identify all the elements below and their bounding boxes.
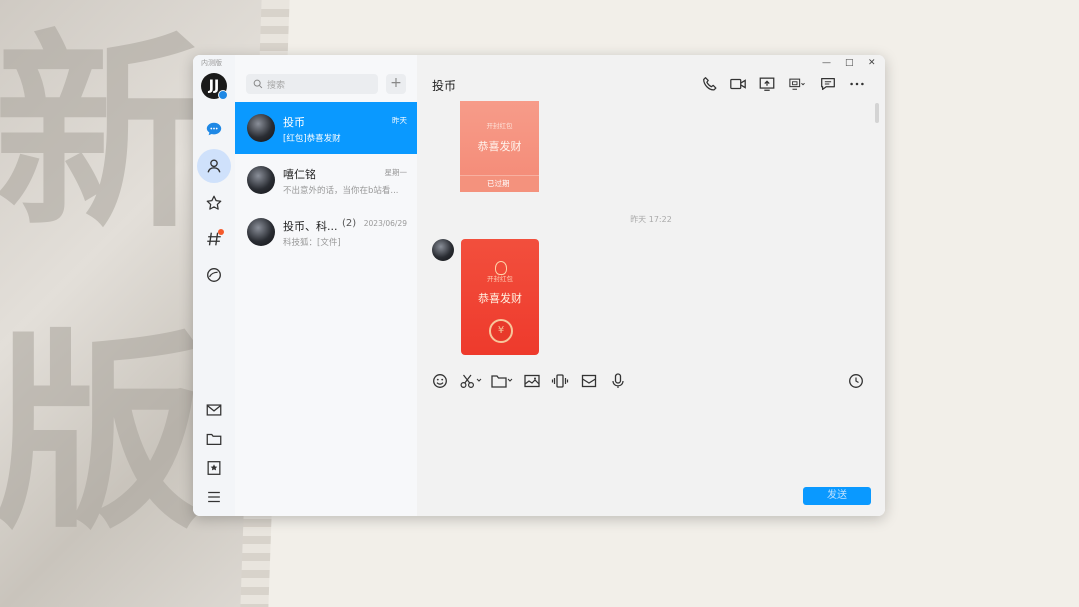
search-placeholder: 搜索 bbox=[267, 81, 286, 91]
shake-icon[interactable] bbox=[551, 373, 569, 389]
red-packet-greeting: 恭喜发财 bbox=[478, 292, 522, 305]
image-icon[interactable] bbox=[523, 373, 541, 389]
remote-desktop-icon[interactable] bbox=[788, 75, 806, 93]
conversation-time: 昨天 bbox=[392, 116, 407, 125]
conversation-time: 2023/06/29 bbox=[363, 219, 407, 228]
red-packet-brand: 开封红包 bbox=[486, 122, 513, 130]
conversation-name: 投币、科... bbox=[283, 220, 338, 233]
red-packet-brand: 开封红包 bbox=[487, 275, 513, 283]
chat-bubble-icon[interactable] bbox=[202, 117, 226, 141]
message-input[interactable] bbox=[417, 396, 885, 486]
background-glyph-bottom: 版 bbox=[0, 312, 205, 557]
scrollbar[interactable] bbox=[875, 103, 879, 123]
message-timestamp: 昨天 17:22 bbox=[630, 215, 672, 224]
gift-icon[interactable] bbox=[580, 373, 598, 389]
search-icon bbox=[253, 79, 263, 89]
close-button[interactable]: ✕ bbox=[868, 58, 876, 68]
add-button[interactable]: + bbox=[386, 74, 406, 94]
online-status-dot bbox=[218, 90, 228, 100]
conversation-avatar bbox=[247, 218, 275, 246]
sender-avatar[interactable] bbox=[432, 239, 454, 261]
maximize-button[interactable]: □ bbox=[845, 58, 854, 68]
bookmark-icon[interactable] bbox=[202, 456, 226, 480]
search-input[interactable]: 搜索 bbox=[246, 74, 378, 94]
folder-icon[interactable] bbox=[202, 427, 226, 451]
more-icon[interactable] bbox=[848, 75, 866, 93]
emoji-icon[interactable] bbox=[431, 373, 449, 389]
star-icon[interactable] bbox=[202, 191, 226, 215]
background-glyph-top: 新 bbox=[0, 12, 205, 257]
chat-panel: — □ ✕ 投币 开封红包 恭喜发财 已过期 昨天 17:22 开封红包 恭喜发… bbox=[417, 55, 885, 516]
scissors-icon[interactable] bbox=[459, 373, 483, 389]
message-icon[interactable] bbox=[819, 75, 837, 93]
conversation-item[interactable]: 投币 昨天 [红包]恭喜发财 bbox=[235, 102, 417, 154]
conversation-list: 搜索 + 投币 昨天 [红包]恭喜发财 嘻仁铭 星期一 不出意外的话，当你在b站… bbox=[235, 55, 417, 516]
conversation-time: 星期一 bbox=[384, 168, 408, 177]
chat-title: 投币 bbox=[432, 79, 457, 93]
conversation-preview: [红包]恭喜发财 bbox=[283, 134, 341, 144]
conversation-avatar bbox=[247, 166, 275, 194]
video-icon[interactable] bbox=[729, 75, 747, 93]
red-packet-greeting: 恭喜发财 bbox=[477, 140, 522, 153]
notification-dot bbox=[218, 229, 224, 235]
hashtag-icon[interactable] bbox=[202, 227, 226, 251]
message-area[interactable]: 开封红包 恭喜发财 已过期 昨天 17:22 开封红包 恭喜发财 ¥ bbox=[417, 101, 885, 366]
app-window: 内测版 JJ 搜索 + 投币 昨天 [红包]恭喜发财 嘻仁铭 星期一 不出意外的… bbox=[193, 55, 885, 516]
user-avatar[interactable]: JJ bbox=[201, 73, 228, 100]
app-badge: 内测版 bbox=[201, 59, 222, 67]
nav-rail: 内测版 JJ bbox=[193, 55, 235, 516]
conversation-item[interactable]: 投币、科... (2) 2023/06/29 科技狐：[文件] bbox=[235, 206, 417, 258]
clock-icon[interactable] bbox=[847, 373, 865, 389]
person-icon[interactable] bbox=[197, 149, 231, 183]
phone-icon[interactable] bbox=[701, 75, 719, 93]
microphone-icon[interactable] bbox=[609, 373, 627, 389]
screen-share-icon[interactable] bbox=[758, 75, 776, 93]
red-packet-status: 已过期 bbox=[460, 175, 539, 192]
planet-icon[interactable] bbox=[202, 263, 226, 287]
input-toolbar bbox=[417, 366, 885, 396]
conversation-count: (2) bbox=[342, 218, 357, 229]
conversation-name: 嘻仁铭 bbox=[283, 168, 316, 181]
folder-icon[interactable] bbox=[490, 373, 514, 389]
conversation-avatar bbox=[247, 114, 275, 142]
menu-icon[interactable] bbox=[202, 485, 226, 509]
mail-icon[interactable] bbox=[202, 398, 226, 422]
send-button[interactable]: 发送 bbox=[803, 487, 871, 505]
conversation-name: 投币 bbox=[283, 116, 305, 129]
minimize-button[interactable]: — bbox=[822, 58, 831, 68]
red-packet-message[interactable]: 开封红包 恭喜发财 ¥ bbox=[461, 239, 539, 355]
conversation-preview: 不出意外的话，当你在b站看... bbox=[283, 186, 399, 196]
conversation-preview: 科技狐：[文件] bbox=[283, 238, 341, 248]
conversation-item[interactable]: 嘻仁铭 星期一 不出意外的话，当你在b站看... bbox=[235, 154, 417, 206]
red-packet-message-expired[interactable]: 开封红包 恭喜发财 已过期 bbox=[460, 101, 539, 192]
red-packet-open-seal-icon: ¥ bbox=[489, 319, 513, 343]
